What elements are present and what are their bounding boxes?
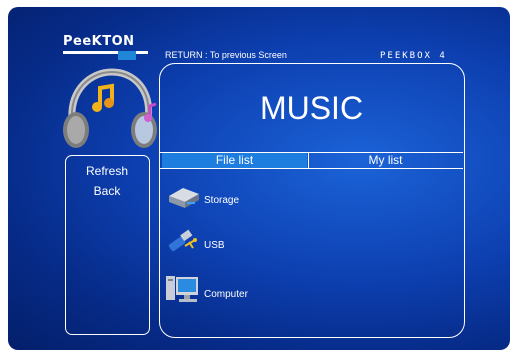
back-menu-item[interactable]: Back [66, 184, 148, 198]
side-menu-panel: Refresh Back [65, 155, 150, 335]
return-hint: RETURN : To previous Screen [165, 50, 287, 60]
brand-accent [118, 51, 136, 60]
refresh-menu-item[interactable]: Refresh [66, 164, 148, 178]
computer-icon [166, 276, 198, 302]
device-computer[interactable]: Computer [165, 272, 315, 304]
usb-icon [168, 229, 197, 252]
tabs-divider-bottom [160, 168, 463, 169]
device-label: USB [204, 240, 225, 251]
device-storage[interactable]: Storage [165, 182, 315, 214]
headphones-music-icon [63, 68, 157, 148]
tab-file-list[interactable]: File list [162, 153, 307, 168]
page-title: MUSIC [259, 90, 364, 126]
device-label: Storage [204, 195, 240, 206]
model-name: PEEKBOX 4 [380, 51, 447, 61]
device-label: Computer [204, 289, 248, 300]
hard-drive-icon [169, 188, 199, 208]
device-usb[interactable]: USB [165, 226, 315, 258]
tab-my-list[interactable]: My list [309, 153, 462, 168]
brand-logo: PeeKTON [63, 34, 135, 49]
